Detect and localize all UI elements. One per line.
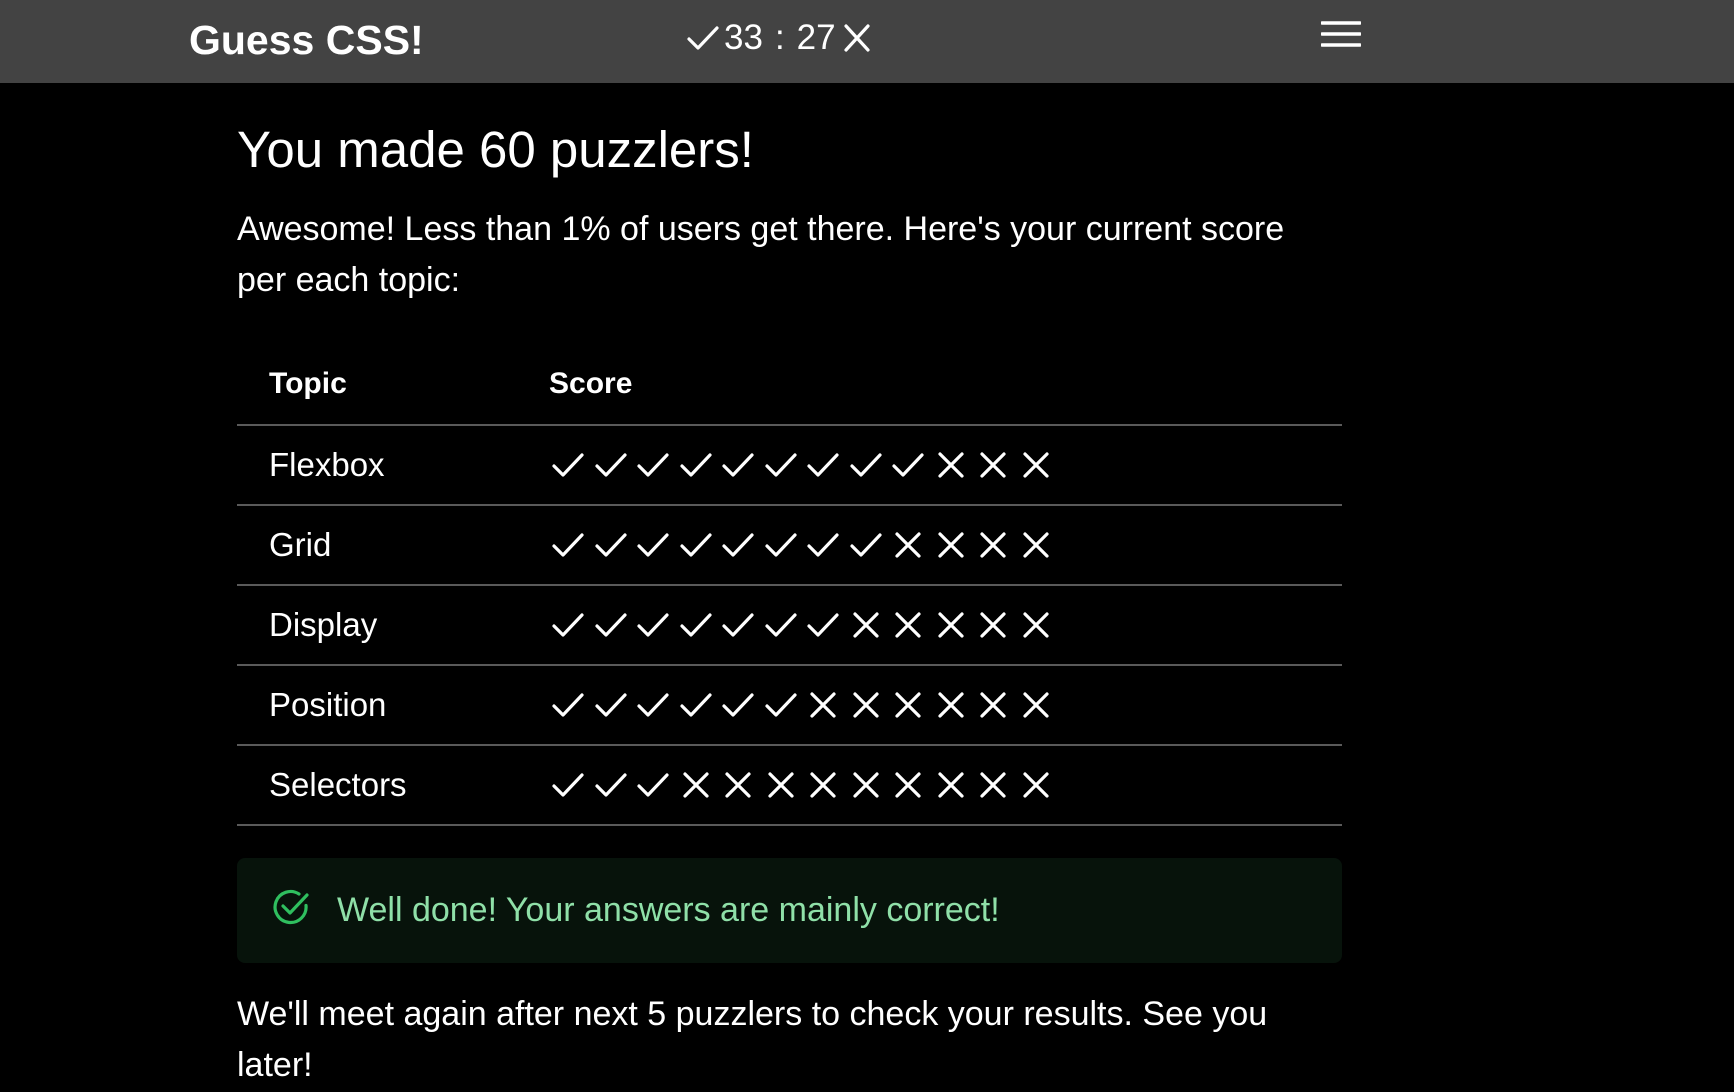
cross-icon [845,607,888,643]
top-bar: Guess CSS! 33 : 27 [0,0,1734,83]
check-circle-icon [271,887,311,932]
main-content: You made 60 puzzlers! Awesome! Less than… [237,83,1342,1091]
cross-icon [972,527,1015,563]
check-icon [632,767,675,803]
topic-score [547,745,1342,827]
table-row: Flexbox [237,425,1342,507]
check-icon [675,687,718,723]
cross-icon [972,447,1015,483]
cross-icon [972,767,1015,803]
cross-icon [887,527,930,563]
check-icon [675,447,718,483]
check-icon [686,23,720,53]
topic-score [547,665,1342,747]
cross-icon [845,687,888,723]
correct-count: 33 [724,18,763,57]
check-icon [802,527,845,563]
topic-name: Display [237,585,547,667]
topic-name: Grid [237,505,547,587]
check-icon [887,447,930,483]
check-icon [632,447,675,483]
check-icon [802,607,845,643]
check-icon [845,447,888,483]
cross-icon [930,447,973,483]
check-icon [675,527,718,563]
success-alert: Well done! Your answers are mainly corre… [237,858,1342,964]
hamburger-menu-icon[interactable] [1313,14,1369,54]
check-icon [717,447,760,483]
table-row: Selectors [237,745,1342,827]
score-tally: 33 : 27 [686,8,874,68]
cross-icon [1015,687,1058,723]
check-icon [632,607,675,643]
wrong-count: 27 [796,18,836,57]
cross-icon [845,767,888,803]
cross-icon [930,607,973,643]
table-row: Display [237,585,1342,667]
check-icon [547,607,590,643]
cross-icon [1015,527,1058,563]
cross-icon [675,767,718,803]
table-row: Grid [237,505,1342,587]
check-icon [717,527,760,563]
check-icon [590,447,633,483]
cross-icon [840,23,874,53]
cross-icon [930,767,973,803]
check-icon [760,447,803,483]
tally-separator: : [774,18,785,57]
cross-icon [972,687,1015,723]
cross-icon [887,607,930,643]
check-icon [590,527,633,563]
check-icon [547,527,590,563]
cross-icon [930,687,973,723]
score-table: Topic Score Flexbox Grid Display Position Se… [237,344,1342,827]
check-icon [717,687,760,723]
check-icon [632,687,675,723]
intro-text: Awesome! Less than 1% of users get there… [237,210,1285,300]
success-message: Well done! Your answers are mainly corre… [337,891,1000,930]
check-icon [590,607,633,643]
table-header-row: Topic Score [237,344,1342,427]
check-icon [845,527,888,563]
header-score: Score [547,344,1342,427]
check-icon [760,527,803,563]
topic-name: Position [237,665,547,747]
cross-icon [972,607,1015,643]
check-icon [632,527,675,563]
cross-icon [1015,607,1058,643]
page-title: You made 60 puzzlers! [237,121,754,178]
outro-text: We'll meet again after next 5 puzzlers t… [237,995,1268,1085]
check-icon [802,447,845,483]
cross-icon [1015,447,1058,483]
check-icon [760,607,803,643]
check-icon [590,687,633,723]
table-row: Position [237,665,1342,747]
topic-score [547,425,1342,507]
cross-icon [802,687,845,723]
check-icon [760,687,803,723]
topic-name: Flexbox [237,425,547,507]
cross-icon [887,687,930,723]
check-icon [717,607,760,643]
cross-icon [1015,767,1058,803]
check-icon [547,687,590,723]
topic-score [547,585,1342,667]
cross-icon [887,767,930,803]
cross-icon [760,767,803,803]
header-topic: Topic [237,344,547,427]
check-icon [547,767,590,803]
topic-name: Selectors [237,745,547,827]
cross-icon [802,767,845,803]
topic-score [547,505,1342,587]
check-icon [547,447,590,483]
check-icon [675,607,718,643]
cross-icon [717,767,760,803]
cross-icon [930,527,973,563]
check-icon [590,767,633,803]
brand-logo[interactable]: Guess CSS! [189,10,424,70]
